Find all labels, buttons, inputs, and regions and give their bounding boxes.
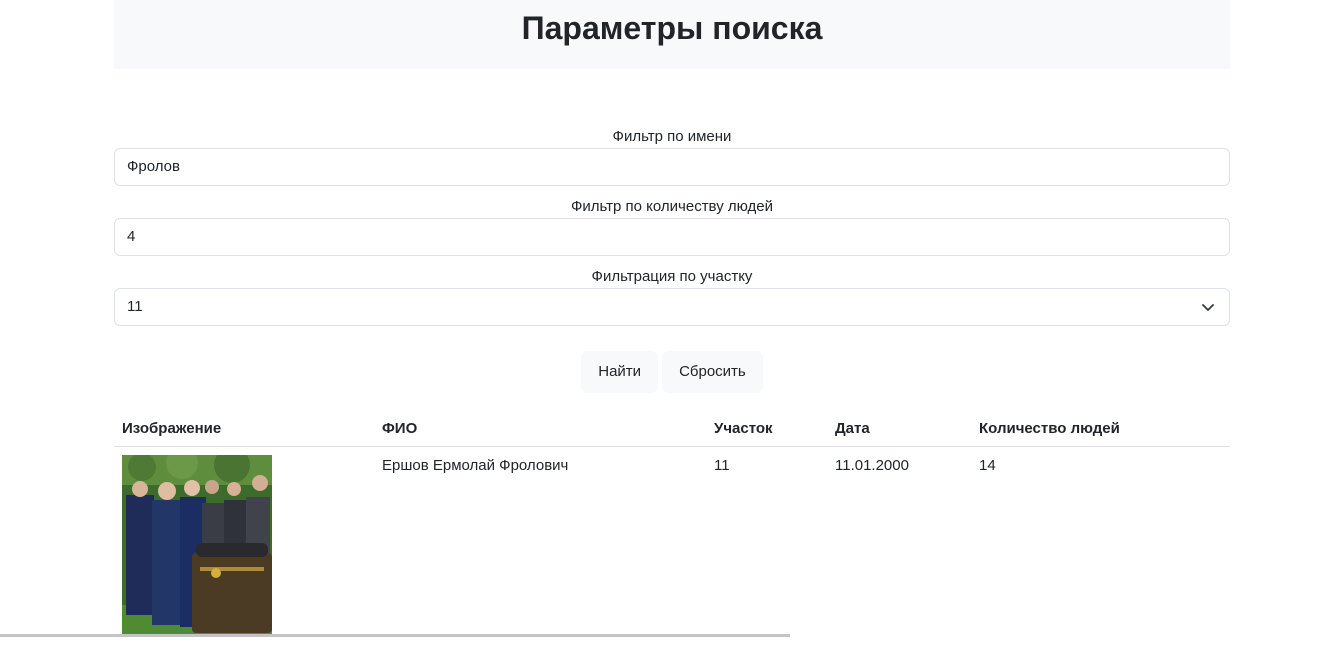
table-header-row: Изображение ФИО Участок Дата Количество … xyxy=(114,411,1230,447)
area-filter-label: Фильтрация по участку xyxy=(114,266,1230,288)
people-filter-label: Фильтр по количеству людей xyxy=(114,196,1230,218)
cell-area: 11 xyxy=(706,447,827,645)
funeral-photo xyxy=(122,455,272,635)
column-header-name: ФИО xyxy=(374,411,706,447)
table-row: Ершов Ермолай Фролович 11 11.01.2000 14 xyxy=(114,447,1230,645)
column-header-date: Дата xyxy=(827,411,971,447)
people-filter-input[interactable]: 4 xyxy=(114,218,1230,256)
results-table: Изображение ФИО Участок Дата Количество … xyxy=(114,411,1230,645)
area-filter-select[interactable]: 11 xyxy=(114,288,1230,326)
column-header-area: Участок xyxy=(706,411,827,447)
cell-date: 11.01.2000 xyxy=(827,447,971,645)
reset-button[interactable]: Сбросить xyxy=(662,351,763,393)
cell-people: 14 xyxy=(971,447,1230,645)
column-header-image: Изображение xyxy=(114,411,374,447)
name-filter-input[interactable]: Фролов xyxy=(114,148,1230,186)
page-title: Параметры поиска xyxy=(114,0,1230,48)
search-form: Фильтр по имени Фролов Фильтр по количес… xyxy=(114,126,1230,336)
column-header-people: Количество людей xyxy=(971,411,1230,447)
cell-name: Ершов Ермолай Фролович xyxy=(374,447,706,645)
find-button[interactable]: Найти xyxy=(581,351,658,393)
form-buttons: Найти Сбросить xyxy=(114,351,1230,393)
area-filter-value: 11 xyxy=(127,298,143,315)
name-filter-label: Фильтр по имени xyxy=(114,126,1230,148)
page-container: Параметры поиска Фильтр по имени Фролов … xyxy=(114,0,1230,69)
people-filter-value: 4 xyxy=(127,228,135,245)
chevron-down-icon xyxy=(1201,300,1215,314)
header-panel: Параметры поиска xyxy=(114,0,1230,69)
cell-image xyxy=(114,447,374,645)
name-filter-value: Фролов xyxy=(127,158,180,175)
